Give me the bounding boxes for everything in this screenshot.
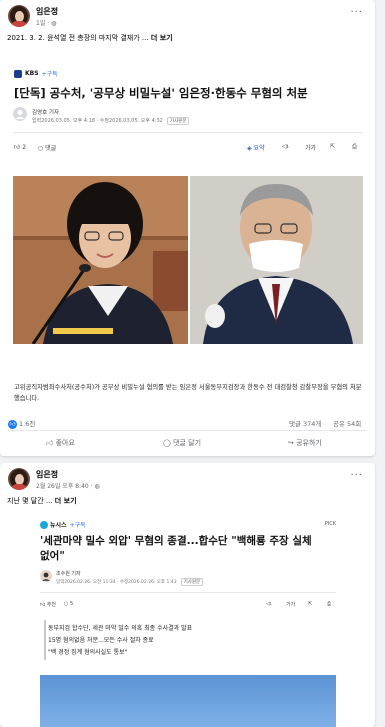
newsis-logo-icon [40, 520, 48, 529]
article-dateline: 입력2026.03.05. 오후 4:18 · 수정2026.03.05. 오후… [32, 117, 190, 125]
divider [40, 592, 336, 593]
reporter-avatar-icon [40, 570, 52, 582]
shared-article-card[interactable]: 뉴시스 +구독 PICK '세관마약 밀수 외압' 무혐의 종결...합수단 "백… [30, 515, 348, 727]
summary-line: 동부지검 합수단, 세관 마약 밀수 의혹 최종 수사결과 발표 [48, 625, 193, 632]
divider [8, 430, 367, 431]
globe-icon: ◍ [94, 483, 100, 490]
like-count[interactable]: 👍︎ 1.6천 [8, 418, 35, 429]
post-action-bar: 👍︎ 좋아요 ◯ 댓글 달기 ↪ 공유하기 [0, 434, 375, 454]
subscribe-button[interactable]: +구독 [70, 522, 86, 529]
comment-button[interactable]: ◯ 댓글 달기 [163, 438, 201, 448]
thumbs-up-icon: 👍︎ [40, 602, 46, 608]
post-time[interactable]: 1일 · ◍ [36, 18, 56, 27]
reporter-avatar-icon [13, 107, 27, 121]
share-arrow-icon: ↪ [288, 439, 294, 447]
speech-bubble-icon: ○ [38, 145, 44, 152]
print-icon[interactable]: ⎙ [352, 143, 357, 151]
feed-post: 임은정 1일 · ◍ ··· 2021. 3. 2. 윤석열 전 총장의 마지막… [0, 0, 375, 456]
speech-bubble-icon: ○ [64, 601, 69, 607]
avatar[interactable] [8, 468, 30, 490]
post-header: 임은정 1일 · ◍ ··· [0, 0, 375, 32]
recommend-button[interactable]: 👍︎ 추천 [40, 601, 56, 608]
article-headline[interactable]: [단독] 공수처, '공무상 비밀누설' 임은정·한동수 무혐의 처분 [14, 85, 308, 101]
article-headline[interactable]: '세관마약 밀수 외압' 무혐의 종결...합수단 "백해룡 주장 실체 없어" [40, 534, 312, 564]
article-source: 뉴시스 +구독 [40, 520, 86, 529]
reporter-name: 조수원 기자 [56, 571, 81, 577]
author-name[interactable]: 임은정 [36, 469, 58, 480]
see-more-link[interactable]: 더 보기 [55, 497, 77, 505]
article-caption: 고위공직자범죄수사처(공수처)가 공무상 비밀누설 혐의를 받는 임은정 서울동… [14, 384, 362, 402]
globe-icon: ◍ [51, 20, 57, 27]
like-badge-icon: 👍︎ [8, 419, 17, 429]
audio-icon[interactable]: ◁ι [282, 143, 289, 150]
post-text: 2021. 3. 2. 윤석열 전 총장의 마지막 결재가 ... 더 보기 [7, 34, 173, 42]
see-more-link[interactable]: 더 보기 [151, 34, 173, 42]
pick-badge: PICK [324, 521, 336, 527]
divider [13, 132, 363, 133]
like-button[interactable]: 👍︎ 좋아요 [46, 438, 75, 448]
original-article-link[interactable]: 기사원문 [180, 578, 204, 586]
news-feed: 임은정 1일 · ◍ ··· 2021. 3. 2. 윤석열 전 총장의 마지막… [0, 0, 385, 727]
avatar[interactable] [8, 5, 30, 27]
post-header: 임은정 2월 26일 오후 8:40 · ◍ ··· [0, 463, 375, 495]
post-time[interactable]: 2월 26일 오후 8:40 · ◍ [36, 481, 100, 490]
thumbs-up-icon: 👍︎ [46, 439, 54, 447]
post-text: 지난 몇 달간 ... 더 보기 [7, 497, 77, 505]
comment-count[interactable]: 댓글 374개 [289, 418, 321, 428]
original-article-link[interactable]: 기사원문 [166, 117, 190, 125]
share-button[interactable]: ↪ 공유하기 [288, 438, 322, 448]
article-image [13, 176, 363, 344]
article-comment-button[interactable]: ○ 댓글 [38, 143, 56, 152]
feed-post: 임은정 2월 26일 오후 8:40 · ◍ ··· 지난 몇 달간 ... 더… [0, 463, 375, 727]
author-name[interactable]: 임은정 [36, 6, 58, 17]
reaction-button[interactable]: 👍︎ 2 [14, 143, 26, 151]
quote-bar [44, 620, 46, 660]
article-comment-button[interactable]: ○ 5 [64, 601, 73, 607]
font-size-button[interactable]: 가가 [286, 601, 295, 608]
article-source: KBS +구독 [14, 69, 58, 78]
summary-icon: ◈ [247, 145, 252, 152]
article-photo[interactable] [40, 675, 336, 727]
article-dateline: 입력2026.02.26. 오전 11:34 · 수정2026.02.26. 오… [56, 578, 204, 586]
summary-line: "백 경정 징계 혐의사실도 통보" [48, 649, 128, 656]
audio-icon[interactable]: ◁ι [266, 601, 272, 607]
summary-button[interactable]: ◈ 요약 [247, 143, 265, 152]
print-icon[interactable]: ⎙ [327, 601, 331, 607]
more-options-icon[interactable]: ··· [350, 7, 363, 18]
share-icon[interactable]: ⇱ [330, 143, 335, 150]
share-count[interactable]: 공유 54회 [333, 418, 361, 428]
font-size-button[interactable]: 가가 [305, 143, 316, 152]
subscribe-button[interactable]: +구독 [42, 71, 58, 78]
more-options-icon[interactable]: ··· [350, 470, 363, 481]
share-icon[interactable]: ⇱ [308, 601, 312, 607]
summary-line: 15명 혐의없음 처분...모든 수사 절차 종료 [48, 637, 154, 644]
reporter-name: 김영호 기자 [32, 110, 60, 116]
comment-icon: ◯ [163, 439, 171, 447]
kbs-logo-icon [14, 69, 22, 78]
article-photo[interactable] [13, 176, 363, 344]
thumbs-up-icon: 👍︎ [14, 144, 21, 151]
